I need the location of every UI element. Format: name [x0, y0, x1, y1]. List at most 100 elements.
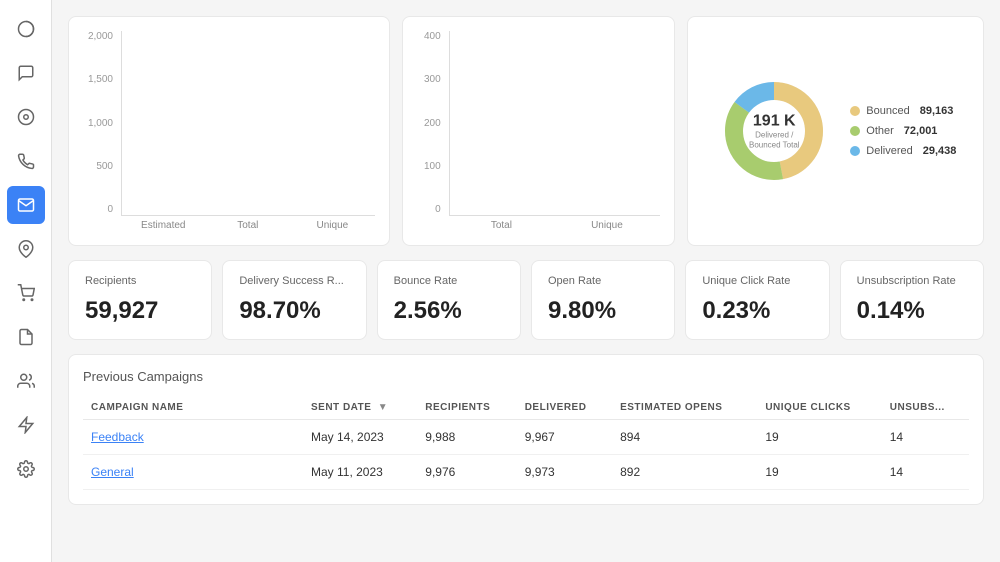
y2-label-400: 400	[424, 31, 441, 42]
campaign-link-feedback[interactable]: Feedback	[91, 430, 144, 444]
bar-label-total: Total	[206, 220, 291, 231]
main-content: 2,000 1,500 1,000 500 0	[52, 0, 1000, 562]
bounced-value: 89,163	[920, 105, 954, 117]
row1-delivered: 9,967	[517, 420, 612, 455]
sidebar-item-targeting[interactable]	[7, 98, 45, 136]
delivered-label: Delivered	[866, 145, 912, 157]
sidebar-item-cart[interactable]	[7, 274, 45, 312]
sidebar-item-bolt[interactable]	[7, 406, 45, 444]
stat-open-label: Open Rate	[548, 275, 658, 287]
legend-bounced: Bounced 89,163	[850, 105, 956, 117]
bar-chart-2: 400 300 200 100 0	[402, 16, 675, 246]
other-label: Other	[866, 125, 894, 137]
campaign-link-general[interactable]: General	[91, 465, 134, 479]
stat-delivery-success: Delivery Success R... 98.70%	[222, 260, 366, 340]
bounced-label: Bounced	[866, 105, 909, 117]
bar-labels-1: Estimated Total Unique	[121, 220, 375, 231]
sidebar-item-email[interactable]	[7, 186, 45, 224]
row2-opens: 892	[612, 455, 757, 490]
y2-label-300: 300	[424, 74, 441, 85]
y-label-1000: 1,000	[88, 118, 113, 129]
y2-label-200: 200	[424, 118, 441, 129]
stat-unsub-value: 0.14%	[857, 297, 967, 325]
bar-label-unique: Unique	[290, 220, 375, 231]
table-body: Feedback May 14, 2023 9,988 9,967 894 19…	[83, 420, 969, 490]
donut-legend: Bounced 89,163 Other 72,001 Delivered 29…	[850, 105, 956, 157]
table-title: Previous Campaigns	[83, 369, 969, 384]
row1-name: Feedback	[83, 420, 303, 455]
y-label-0: 0	[107, 204, 113, 215]
bar2-label-total: Total	[449, 220, 555, 231]
donut-subtitle: Delivered /Bounced Total	[749, 130, 800, 149]
sidebar-item-phone[interactable]	[7, 142, 45, 180]
row1-date: May 14, 2023	[303, 420, 417, 455]
th-opens: ESTIMATED OPENS	[612, 396, 757, 420]
stat-bounce-rate: Bounce Rate 2.56%	[377, 260, 521, 340]
th-campaign-name: CAMPAIGN NAME	[83, 396, 303, 420]
stats-row: Recipients 59,927 Delivery Success R... …	[68, 260, 984, 340]
table-row: Feedback May 14, 2023 9,988 9,967 894 19…	[83, 420, 969, 455]
y2-label-0: 0	[435, 204, 441, 215]
stat-delivery-label: Delivery Success R...	[239, 275, 349, 287]
row1-unsub: 14	[882, 420, 969, 455]
stat-bounce-label: Bounce Rate	[394, 275, 504, 287]
y-label-500: 500	[96, 161, 113, 172]
previous-campaigns-card: Previous Campaigns CAMPAIGN NAME SENT DA…	[68, 354, 984, 505]
stat-delivery-value: 98.70%	[239, 297, 349, 325]
stat-unsub-rate: Unsubscription Rate 0.14%	[840, 260, 984, 340]
stat-recipients-label: Recipients	[85, 275, 195, 287]
row2-unsub: 14	[882, 455, 969, 490]
stat-unsub-label: Unsubscription Rate	[857, 275, 967, 287]
row2-recipients: 9,976	[417, 455, 516, 490]
sort-icon: ▼	[378, 402, 388, 413]
campaigns-table: CAMPAIGN NAME SENT DATE ▼ RECIPIENTS DEL…	[83, 396, 969, 490]
row2-name: General	[83, 455, 303, 490]
th-sent-date[interactable]: SENT DATE ▼	[303, 396, 417, 420]
charts-row: 2,000 1,500 1,000 500 0	[68, 16, 984, 246]
stat-recipients-value: 59,927	[85, 297, 195, 325]
legend-other: Other 72,001	[850, 125, 956, 137]
donut-center-text: 191 K Delivered /Bounced Total	[749, 112, 800, 149]
y-label-1500: 1,500	[88, 74, 113, 85]
sidebar-item-chat[interactable]	[7, 54, 45, 92]
stat-click-value: 0.23%	[702, 297, 812, 325]
stat-recipients: Recipients 59,927	[68, 260, 212, 340]
donut-number: 191 K	[749, 112, 800, 130]
delivered-value: 29,438	[923, 145, 957, 157]
stat-open-rate: Open Rate 9.80%	[531, 260, 675, 340]
donut-visual: 191 K Delivered /Bounced Total	[714, 71, 834, 191]
y2-label-100: 100	[424, 161, 441, 172]
row1-clicks: 19	[757, 420, 881, 455]
bounced-dot	[850, 106, 860, 116]
sidebar-item-users[interactable]	[7, 362, 45, 400]
sidebar-item-analytics[interactable]	[7, 10, 45, 48]
bar2-label-unique: Unique	[554, 220, 660, 231]
row2-delivered: 9,973	[517, 455, 612, 490]
delivered-dot	[850, 146, 860, 156]
donut-chart: 191 K Delivered /Bounced Total Bounced 8…	[687, 16, 984, 246]
row1-opens: 894	[612, 420, 757, 455]
th-unsub: UNSUBS...	[882, 396, 969, 420]
sidebar-item-reports[interactable]	[7, 318, 45, 356]
sidebar	[0, 0, 52, 562]
th-delivered: DELIVERED	[517, 396, 612, 420]
table-row: General May 11, 2023 9,976 9,973 892 19 …	[83, 455, 969, 490]
row2-clicks: 19	[757, 455, 881, 490]
other-value: 72,001	[904, 125, 938, 137]
bar-labels-2: Total Unique	[449, 220, 660, 231]
row2-date: May 11, 2023	[303, 455, 417, 490]
sidebar-item-location[interactable]	[7, 230, 45, 268]
legend-delivered: Delivered 29,438	[850, 145, 956, 157]
th-recipients: RECIPIENTS	[417, 396, 516, 420]
table-header-row: CAMPAIGN NAME SENT DATE ▼ RECIPIENTS DEL…	[83, 396, 969, 420]
stat-bounce-value: 2.56%	[394, 297, 504, 325]
stat-open-value: 9.80%	[548, 297, 658, 325]
stat-click-rate: Unique Click Rate 0.23%	[685, 260, 829, 340]
row1-recipients: 9,988	[417, 420, 516, 455]
y-label-2000: 2,000	[88, 31, 113, 42]
stat-click-label: Unique Click Rate	[702, 275, 812, 287]
th-clicks: UNIQUE CLICKS	[757, 396, 881, 420]
other-dot	[850, 126, 860, 136]
sidebar-item-settings[interactable]	[7, 450, 45, 488]
bar-label-estimated: Estimated	[121, 220, 206, 231]
